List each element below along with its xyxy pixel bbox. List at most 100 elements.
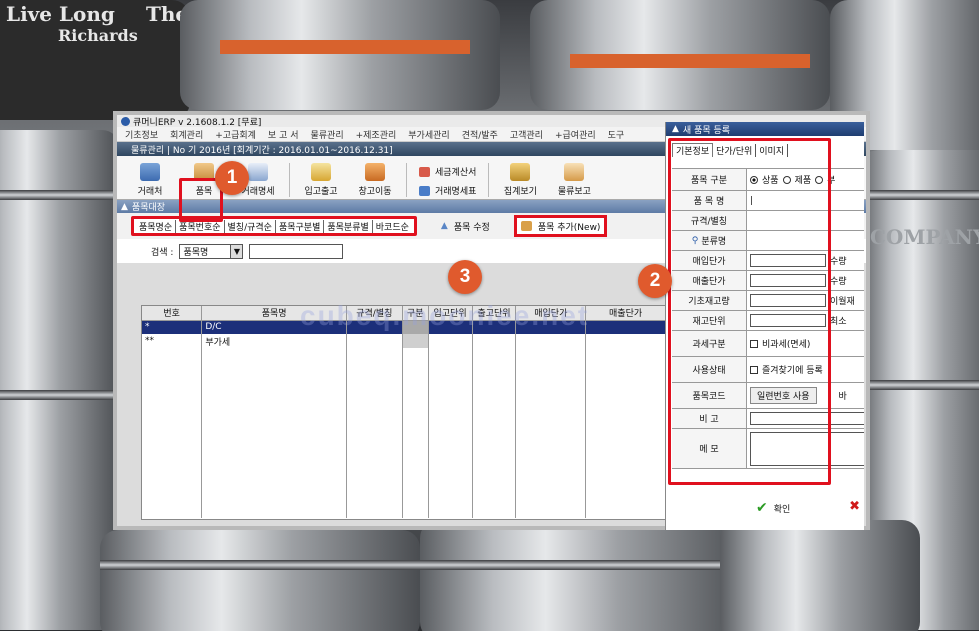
sheet-icon	[419, 185, 430, 196]
keg-stripe	[570, 54, 810, 68]
bg-text-live-long: Live Long	[6, 2, 115, 26]
people-icon	[140, 163, 160, 181]
module-title: 물류관리 | No 기 2016년 [회계기간 : 2016.01.01~201…	[131, 145, 393, 156]
toolbar-link-label: 세금계산서	[435, 168, 477, 178]
keg	[420, 520, 750, 631]
col-header-number[interactable]: 번호	[142, 306, 203, 321]
edit-item-button[interactable]: ▲ 품목 수정	[441, 220, 490, 233]
search-field-select[interactable]: 품목명 ▼	[179, 243, 244, 259]
toolbar-separator	[289, 163, 290, 197]
search-label: 검색 :	[151, 247, 174, 258]
toolbar-pair: 세금계산서 거래명세표	[411, 165, 484, 197]
sort-tabs: 품목명순 품목번호순 별칭/규격순 품목구분별 품목분류별 바코드순	[131, 216, 417, 236]
dialog-title: 새 품목 등록	[682, 125, 731, 136]
keg-ring	[860, 380, 979, 390]
invoice-icon	[419, 166, 430, 177]
edit-item-label: 품목 수정	[453, 222, 490, 233]
cell-out-unit	[472, 334, 517, 348]
report-icon	[564, 163, 585, 181]
tab-type[interactable]: 품목구분별	[276, 219, 325, 233]
keg	[530, 0, 830, 110]
tab-category[interactable]: 품목분류별	[324, 219, 373, 233]
qty-label: 수량	[830, 257, 847, 267]
toolbar-label: 입고출고	[304, 187, 338, 197]
tab-barcode[interactable]: 바코드순	[373, 220, 412, 233]
col-header-sale-price[interactable]: 매출단가	[585, 306, 666, 321]
toolbar-separator	[488, 163, 490, 197]
watermark: cubeq.mooniee.net	[300, 300, 590, 331]
toolbar-button-summary[interactable]: 집계보기	[493, 157, 547, 197]
cell-sale-price	[585, 334, 666, 348]
toolbar-separator	[406, 163, 407, 197]
keg-ring	[420, 560, 750, 570]
menu-item-advanced-accounting[interactable]: +고급회계	[215, 128, 256, 141]
dialog-title-bar: ▲ 새 품목 등록	[666, 122, 864, 136]
tab-name-order[interactable]: 품목명순	[136, 219, 177, 233]
keg	[180, 0, 500, 110]
toolbar-button-inout[interactable]: 입고출고	[294, 157, 348, 197]
keg-ring	[860, 190, 979, 200]
table-row[interactable]: ** 부가세	[142, 334, 666, 348]
toolbar-button-clients[interactable]: 거래처	[123, 157, 177, 197]
menu-item-basic-info[interactable]: 기초정보	[125, 128, 158, 141]
cell-sale-price	[585, 320, 666, 334]
menu-item-estimates[interactable]: 견적/발주	[462, 128, 498, 141]
document-icon	[248, 163, 268, 181]
menu-item-tools[interactable]: 도구	[608, 128, 625, 141]
toolbar-button-warehouse-move[interactable]: 창고이동	[348, 157, 402, 197]
menu-item-customers[interactable]: 고객관리	[510, 128, 543, 141]
step-marker-2: 2	[638, 264, 672, 298]
toolbar-button-logistics-report[interactable]: 물류보고	[547, 157, 601, 197]
menu-item-accounting[interactable]: 회계관리	[170, 128, 203, 141]
search-input[interactable]	[249, 243, 344, 259]
keg-ring	[0, 390, 120, 400]
menu-item-vat[interactable]: 부가세관리	[408, 128, 449, 141]
keg	[100, 530, 420, 631]
toolbar-link-statement-sheet[interactable]: 거래명세표	[419, 184, 476, 197]
toolbar-link-tax-invoice[interactable]: 세금계산서	[419, 165, 476, 178]
confirm-label: 확인	[773, 504, 791, 515]
panel-triangle-icon: ▲	[121, 201, 128, 212]
app-logo-icon	[121, 116, 130, 126]
confirm-button[interactable]: ✔ 확인	[756, 500, 790, 516]
menu-item-payroll[interactable]: +급여관리	[555, 128, 596, 141]
cell-type	[402, 334, 429, 348]
keg-ring	[0, 190, 120, 200]
code-extra-label: 바	[838, 392, 847, 402]
add-item-button[interactable]: 품목 추가(New)	[513, 215, 608, 237]
toolbar-label: 물류보고	[557, 187, 591, 197]
menu-item-logistics[interactable]: 물류관리	[310, 128, 343, 141]
qty-label: 수량	[830, 277, 847, 287]
add-item-label: 품목 추가(New)	[537, 222, 601, 233]
highlight-dialog-form	[668, 138, 831, 485]
items-table: 번호 품목명 규격/별칭 구분 입고단위 출고단위 매입단가 매출단가 * D/…	[141, 305, 667, 520]
close-icon[interactable]: ✖	[849, 499, 860, 514]
bg-text-richards: Richards	[58, 26, 138, 45]
toolbar-label: 창고이동	[358, 187, 392, 197]
pencil-document-icon	[311, 163, 331, 181]
panel-title: 품목대장	[131, 203, 166, 213]
min-label: 최소	[830, 317, 847, 327]
cell-spec	[346, 334, 403, 348]
menu-item-reports[interactable]: 보 고 서	[268, 128, 299, 141]
window-title: 큐머니ERP v 2.1608.1.2 [무료]	[133, 117, 262, 128]
step-marker-3: 3	[448, 260, 482, 294]
keg	[720, 520, 920, 631]
warehouse-icon	[365, 163, 385, 181]
cell-in-unit	[428, 334, 473, 348]
cell-name: 부가세	[201, 334, 347, 348]
toolbar-link-label: 거래명세표	[435, 187, 477, 197]
cell-number: *	[142, 320, 203, 334]
toolbar-label: 집계보기	[503, 187, 537, 197]
boxes-icon	[520, 221, 532, 231]
cell-purchase-price	[515, 334, 587, 348]
toolbar-label: 거래처	[137, 187, 163, 197]
keg-stripe	[220, 40, 470, 54]
menu-item-manufacturing[interactable]: +제조관리	[356, 128, 397, 141]
up-triangle-icon: ▲	[440, 221, 448, 231]
cell-number: **	[142, 334, 203, 348]
tab-spec-order[interactable]: 별칭/규격순	[225, 219, 276, 233]
check-icon: ✔	[756, 500, 768, 516]
step-marker-1: 1	[215, 161, 249, 195]
bg-text-company: COMPANY	[870, 225, 979, 249]
